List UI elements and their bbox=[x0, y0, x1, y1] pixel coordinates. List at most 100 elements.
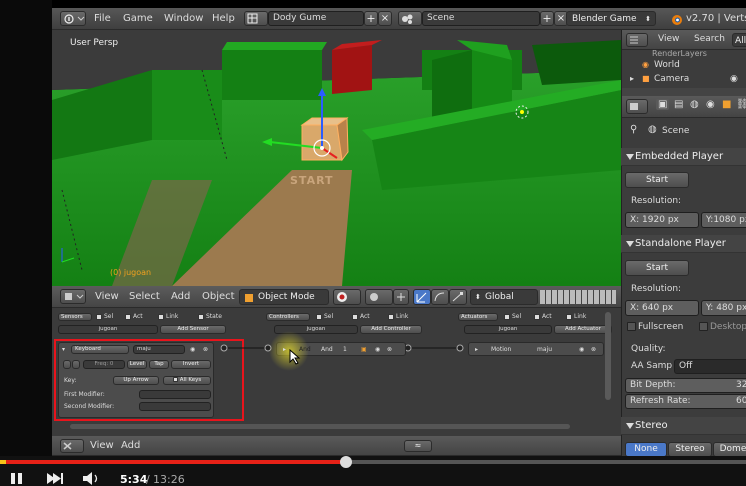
editor-type-button[interactable] bbox=[60, 11, 86, 26]
stereo-dome-option[interactable]: Dome bbox=[713, 442, 746, 457]
time-separator: / bbox=[146, 473, 150, 486]
properties-editor-type-button[interactable] bbox=[626, 99, 648, 114]
orientation-dropdown[interactable]: ⬍ Global bbox=[470, 289, 538, 305]
translate-manipulator-button[interactable] bbox=[413, 289, 431, 305]
world-tab-icon[interactable]: ◉ bbox=[706, 99, 715, 110]
start-floor-text: START bbox=[290, 174, 334, 187]
bit-depth-field[interactable]: Bit Depth: 32 bbox=[625, 378, 746, 393]
remove-screen-button[interactable]: × bbox=[378, 11, 392, 26]
desktop-checkbox[interactable]: Desktop bbox=[699, 322, 746, 332]
stereo-stereo-option[interactable]: Stereo bbox=[668, 442, 712, 457]
stereo-none-option[interactable]: None bbox=[625, 442, 667, 457]
progress-scrubber[interactable] bbox=[340, 456, 353, 468]
rotate-manipulator-button[interactable] bbox=[431, 289, 449, 305]
menu-game[interactable]: Game bbox=[123, 13, 153, 24]
viewport-view-label: User Persp bbox=[70, 38, 119, 48]
outliner-display-dropdown[interactable]: All bbox=[732, 33, 746, 47]
outliner-menu-search[interactable]: Search bbox=[694, 34, 725, 44]
object-tab-icon[interactable]: ■ bbox=[722, 99, 731, 110]
stereo-panel-header[interactable]: Stereo bbox=[621, 417, 746, 435]
controllers-sel-option[interactable]: Sel bbox=[316, 313, 333, 321]
logic-menu-add[interactable]: Add bbox=[121, 440, 140, 451]
layers-tab-icon[interactable]: ▤ bbox=[674, 99, 683, 110]
aa-samples-dropdown[interactable]: Off bbox=[674, 359, 746, 374]
version-stats: v2.70 | Verts: bbox=[686, 13, 746, 24]
view3d-menu-object[interactable]: Object bbox=[202, 291, 235, 302]
add-scene-button[interactable]: + bbox=[540, 11, 554, 26]
cube-icon bbox=[65, 293, 84, 300]
scene-tab-icon[interactable]: ◍ bbox=[690, 99, 699, 110]
pivot-icon bbox=[370, 293, 378, 301]
3d-viewport[interactable]: User Persp START (0) jugoan bbox=[52, 30, 621, 286]
menu-file[interactable]: File bbox=[94, 13, 111, 24]
menu-window[interactable]: Window bbox=[164, 13, 203, 24]
embedded-start-button[interactable]: Start bbox=[625, 172, 689, 188]
add-actuator-button[interactable]: Add Actuator bbox=[554, 325, 612, 334]
actuator-name-label: maju bbox=[537, 346, 552, 353]
scene-icon bbox=[402, 14, 413, 24]
standalone-resolution-x[interactable]: X: 640 px bbox=[625, 300, 699, 316]
add-controller-button[interactable]: Add Controller bbox=[360, 325, 422, 334]
actuators-menu[interactable]: Actuators bbox=[458, 313, 498, 321]
logic-vertical-scrollbar[interactable] bbox=[605, 312, 611, 400]
embedded-resolution-x[interactable]: X: 1920 px bbox=[625, 212, 699, 228]
expand-icon[interactable]: ▸ bbox=[630, 74, 634, 83]
constraints-tab-icon[interactable]: ⛓ bbox=[736, 99, 746, 110]
screen-layout-button[interactable] bbox=[244, 11, 268, 26]
actuators-sel-option[interactable]: Sel bbox=[504, 313, 521, 321]
collapse-triangle-icon bbox=[626, 423, 634, 429]
pin-icon[interactable]: ⚲ bbox=[630, 124, 637, 135]
volume-icon[interactable] bbox=[82, 472, 102, 485]
properties-icon bbox=[630, 103, 638, 110]
outliner-entry-world[interactable]: World bbox=[654, 60, 680, 70]
actuator-remove-icon[interactable]: ⊗ bbox=[591, 346, 596, 354]
layer-buttons[interactable] bbox=[540, 290, 616, 304]
standalone-start-button[interactable]: Start bbox=[625, 260, 689, 276]
render-tab-icon[interactable]: ▣ bbox=[656, 99, 670, 110]
manipulator-toggle[interactable] bbox=[393, 289, 409, 305]
outliner-entry-camera[interactable]: Camera bbox=[654, 74, 689, 84]
controllers-act-option[interactable]: Act bbox=[352, 313, 370, 321]
controllers-menu[interactable]: Controllers bbox=[266, 313, 310, 321]
controller-remove-icon[interactable]: ⊗ bbox=[387, 346, 392, 354]
pause-icon[interactable] bbox=[10, 472, 24, 485]
embedded-resolution-y[interactable]: Y:1080 px bbox=[701, 212, 746, 228]
view3d-menu-add[interactable]: Add bbox=[171, 291, 190, 302]
standalone-resolution-y[interactable]: Y: 480 px bbox=[701, 300, 746, 316]
render-engine-dropdown[interactable]: Blender Game ⬍ bbox=[566, 11, 656, 26]
logic-editor-type-button[interactable] bbox=[60, 439, 84, 453]
pivot-button[interactable] bbox=[365, 289, 393, 305]
controller-pin-icon[interactable]: ◉ bbox=[375, 346, 380, 354]
region-toggle-button[interactable]: ≈ bbox=[404, 440, 432, 452]
outliner-editor-type-button[interactable] bbox=[626, 33, 648, 47]
actuators-link-option[interactable]: Link bbox=[566, 313, 586, 321]
screen-name-field[interactable]: Dody Gume bbox=[268, 11, 364, 26]
outliner-entry-renderlayers[interactable]: RenderLayers bbox=[652, 49, 707, 58]
view3d-editor-type-button[interactable] bbox=[60, 289, 86, 304]
fullscreen-checkbox[interactable]: Fullscreen bbox=[627, 322, 683, 332]
menu-help[interactable]: Help bbox=[212, 13, 235, 24]
refresh-rate-field[interactable]: Refresh Rate: 60 bbox=[625, 394, 746, 409]
actuators-act-option[interactable]: Act bbox=[534, 313, 552, 321]
scale-manipulator-button[interactable] bbox=[449, 289, 467, 305]
brick-collapse-icon[interactable]: ▸ bbox=[475, 346, 478, 354]
viewport-shading-button[interactable] bbox=[333, 289, 361, 305]
embedded-player-panel-header[interactable]: Embedded Player bbox=[621, 148, 746, 166]
controller-priority-icon[interactable]: ▣ bbox=[361, 346, 367, 354]
object-mode-dropdown[interactable]: Object Mode bbox=[239, 289, 329, 305]
logic-menu-view[interactable]: View bbox=[90, 440, 114, 451]
controllers-link-option[interactable]: Link bbox=[388, 313, 408, 321]
scene-selector-button[interactable] bbox=[398, 11, 422, 26]
actuator-pin-icon[interactable]: ◉ bbox=[579, 346, 584, 354]
add-screen-button[interactable]: + bbox=[364, 11, 378, 26]
brick-collapse-icon[interactable]: ▸ bbox=[283, 346, 286, 354]
view3d-menu-view[interactable]: View bbox=[95, 291, 119, 302]
scene-name-field[interactable]: Scene bbox=[422, 11, 540, 26]
logic-horizontal-scrollbar[interactable] bbox=[70, 424, 570, 429]
next-icon[interactable] bbox=[46, 472, 64, 485]
standalone-player-panel-header[interactable]: Standalone Player bbox=[621, 235, 746, 253]
outliner-menu-view[interactable]: View bbox=[658, 34, 679, 44]
view3d-menu-select[interactable]: Select bbox=[129, 291, 160, 302]
progress-track[interactable] bbox=[0, 456, 746, 468]
visibility-eye-icon[interactable]: ◉ bbox=[730, 74, 738, 84]
